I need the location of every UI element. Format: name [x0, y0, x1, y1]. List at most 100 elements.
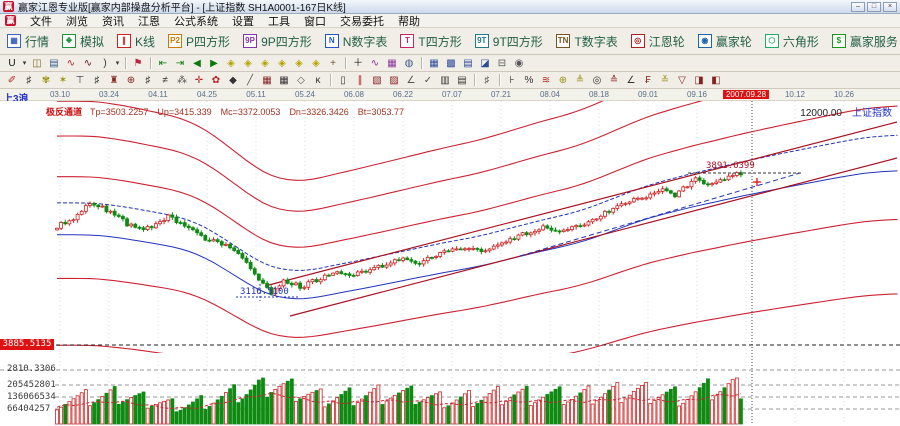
- grid2-icon[interactable]: ♯: [89, 73, 105, 88]
- indicator-name[interactable]: 极反通道: [46, 107, 82, 117]
- calendar-icon[interactable]: ▦: [426, 56, 442, 71]
- arc-dropdown-icon[interactable]: ▾: [114, 56, 121, 71]
- shade1-icon[interactable]: ▧: [369, 73, 385, 88]
- k-tool-icon[interactable]: κ: [310, 73, 326, 88]
- waves-icon[interactable]: ≋: [538, 73, 554, 88]
- menu-item-6[interactable]: 工具: [268, 13, 290, 29]
- tick-icon[interactable]: ⊦: [504, 73, 520, 88]
- prev-bar-icon[interactable]: ◀: [189, 56, 205, 71]
- lines-h-icon[interactable]: ▤: [454, 73, 470, 88]
- points-icon[interactable]: ⁂: [174, 73, 190, 88]
- tab-quote-grid[interactable]: ▦行情: [7, 33, 49, 50]
- cross-tool-icon[interactable]: ✛: [191, 73, 207, 88]
- tab-n-table[interactable]: NN数字表: [325, 33, 388, 50]
- fib-icon[interactable]: ₣: [640, 73, 656, 88]
- diamond-left-icon[interactable]: ◈: [223, 56, 239, 71]
- tab-kline[interactable]: ∥K线: [117, 33, 155, 50]
- diamond-out-icon[interactable]: ◈: [274, 56, 290, 71]
- diamond-right-icon[interactable]: ◈: [240, 56, 256, 71]
- parallel-icon[interactable]: ≠: [157, 73, 173, 88]
- tab-simulate[interactable]: ❖模拟: [62, 33, 104, 50]
- half-box-icon[interactable]: ◨: [691, 73, 707, 88]
- tab-winner-wheel[interactable]: ◉赢家轮: [698, 33, 752, 50]
- menu-item-2[interactable]: 资讯: [102, 13, 124, 29]
- menu-item-3[interactable]: 江恩: [138, 13, 160, 29]
- gann-grid-icon[interactable]: ♯: [21, 73, 37, 88]
- half-box2-icon[interactable]: ◧: [708, 73, 724, 88]
- down-tri-icon[interactable]: ▽: [674, 73, 690, 88]
- tab-gann-wheel[interactable]: ◎江恩轮: [631, 33, 685, 50]
- grid3-icon[interactable]: ♯: [140, 73, 156, 88]
- triangle-eq-icon[interactable]: ≜: [572, 73, 588, 88]
- next-bar-icon[interactable]: ▶: [206, 56, 222, 71]
- notes-icon[interactable]: ▤: [46, 56, 62, 71]
- save-icon[interactable]: ◪: [477, 56, 493, 71]
- menu-item-9[interactable]: 帮助: [398, 13, 420, 29]
- menu-item-1[interactable]: 浏览: [66, 13, 88, 29]
- diamond-up-icon[interactable]: ◈: [291, 56, 307, 71]
- undo-icon[interactable]: U: [4, 56, 20, 71]
- box-grid2-icon[interactable]: ▦: [276, 73, 292, 88]
- menu-item-7[interactable]: 窗口: [304, 13, 326, 29]
- grid4-icon[interactable]: ♯: [479, 73, 495, 88]
- wave-tool-icon[interactable]: ∿: [63, 56, 79, 71]
- arc-tool-icon[interactable]: ): [97, 56, 113, 71]
- estimate-icon[interactable]: ≙: [606, 73, 622, 88]
- hollow-diamond-icon[interactable]: ◇: [293, 73, 309, 88]
- channel-icon[interactable]: ∥: [352, 73, 368, 88]
- chart-area[interactable]: 极反通道Tp=3503.2257Up=3415.339Mc=3372.0053D…: [0, 101, 900, 426]
- undo-dropdown-icon[interactable]: ▾: [21, 56, 28, 71]
- pencil-icon[interactable]: ✐: [4, 73, 20, 88]
- angle2-icon[interactable]: ∠: [623, 73, 639, 88]
- last-bar-icon[interactable]: ⇥: [172, 56, 188, 71]
- trendline-icon[interactable]: ╱: [242, 73, 258, 88]
- minimize-button[interactable]: –: [851, 2, 865, 12]
- box-grid-icon[interactable]: ▦: [259, 73, 275, 88]
- marker-icon[interactable]: ♜: [106, 73, 122, 88]
- layout-icon[interactable]: ◫: [29, 56, 45, 71]
- angle-icon[interactable]: ∠: [403, 73, 419, 88]
- gann-flower-icon[interactable]: ✾: [38, 73, 54, 88]
- tab-hexagon[interactable]: ⬡六角形: [765, 33, 819, 50]
- snapshot-icon[interactable]: ◉: [511, 56, 527, 71]
- maximize-button[interactable]: □: [867, 2, 881, 12]
- rose-tool-icon[interactable]: ✿: [208, 73, 224, 88]
- wedge-icon[interactable]: ≚: [657, 73, 673, 88]
- rings-icon[interactable]: ◎: [589, 73, 605, 88]
- first-bar-icon[interactable]: ⇤: [155, 56, 171, 71]
- lines-v-icon[interactable]: ▥: [437, 73, 453, 88]
- menu-item-8[interactable]: 交易委托: [340, 13, 384, 29]
- check-icon[interactable]: ✓: [420, 73, 436, 88]
- calculator-icon[interactable]: ▩: [443, 56, 459, 71]
- tab-service[interactable]: $赢家服务: [832, 33, 898, 50]
- layers-icon[interactable]: ◍: [401, 56, 417, 71]
- tab-p-square[interactable]: P2P四方形: [168, 33, 230, 50]
- wave2-tool-icon[interactable]: ∿: [80, 56, 96, 71]
- tab-9p-square[interactable]: 9P9P四方形: [243, 33, 312, 50]
- percent-icon[interactable]: %: [521, 73, 537, 88]
- menu-item-4[interactable]: 公式系统: [174, 13, 218, 29]
- top-tool-icon[interactable]: ⊤: [72, 73, 88, 88]
- print-icon[interactable]: ⊟: [494, 56, 510, 71]
- tab-9t-square[interactable]: 9T9T四方形: [475, 33, 543, 50]
- close-button[interactable]: ×: [883, 2, 897, 12]
- menu-item-5[interactable]: 设置: [232, 13, 254, 29]
- list-icon[interactable]: ▤: [460, 56, 476, 71]
- star-tool-icon[interactable]: ✶: [55, 73, 71, 88]
- diamond-down-icon[interactable]: ◈: [308, 56, 324, 71]
- circle-cross-icon[interactable]: ⊕: [123, 73, 139, 88]
- price-chart[interactable]: [0, 101, 900, 426]
- crosshair-icon[interactable]: ＋: [350, 56, 366, 71]
- chart-edit-icon[interactable]: ▦: [384, 56, 400, 71]
- diamond-tool-icon[interactable]: ◆: [225, 73, 241, 88]
- hand-tool-icon[interactable]: +: [325, 56, 341, 71]
- menu-item-0[interactable]: 文件: [30, 13, 52, 29]
- flag-icon[interactable]: ⚑: [130, 56, 146, 71]
- diamond-in-icon[interactable]: ◈: [257, 56, 273, 71]
- tab-t-table[interactable]: TNT数字表: [556, 33, 618, 50]
- rect-tool-icon[interactable]: ▯: [335, 73, 351, 88]
- target-icon[interactable]: ⊕: [555, 73, 571, 88]
- shade2-icon[interactable]: ▨: [386, 73, 402, 88]
- tab-t-square[interactable]: TT四方形: [400, 33, 461, 50]
- zigzag-icon[interactable]: ∿: [367, 56, 383, 71]
